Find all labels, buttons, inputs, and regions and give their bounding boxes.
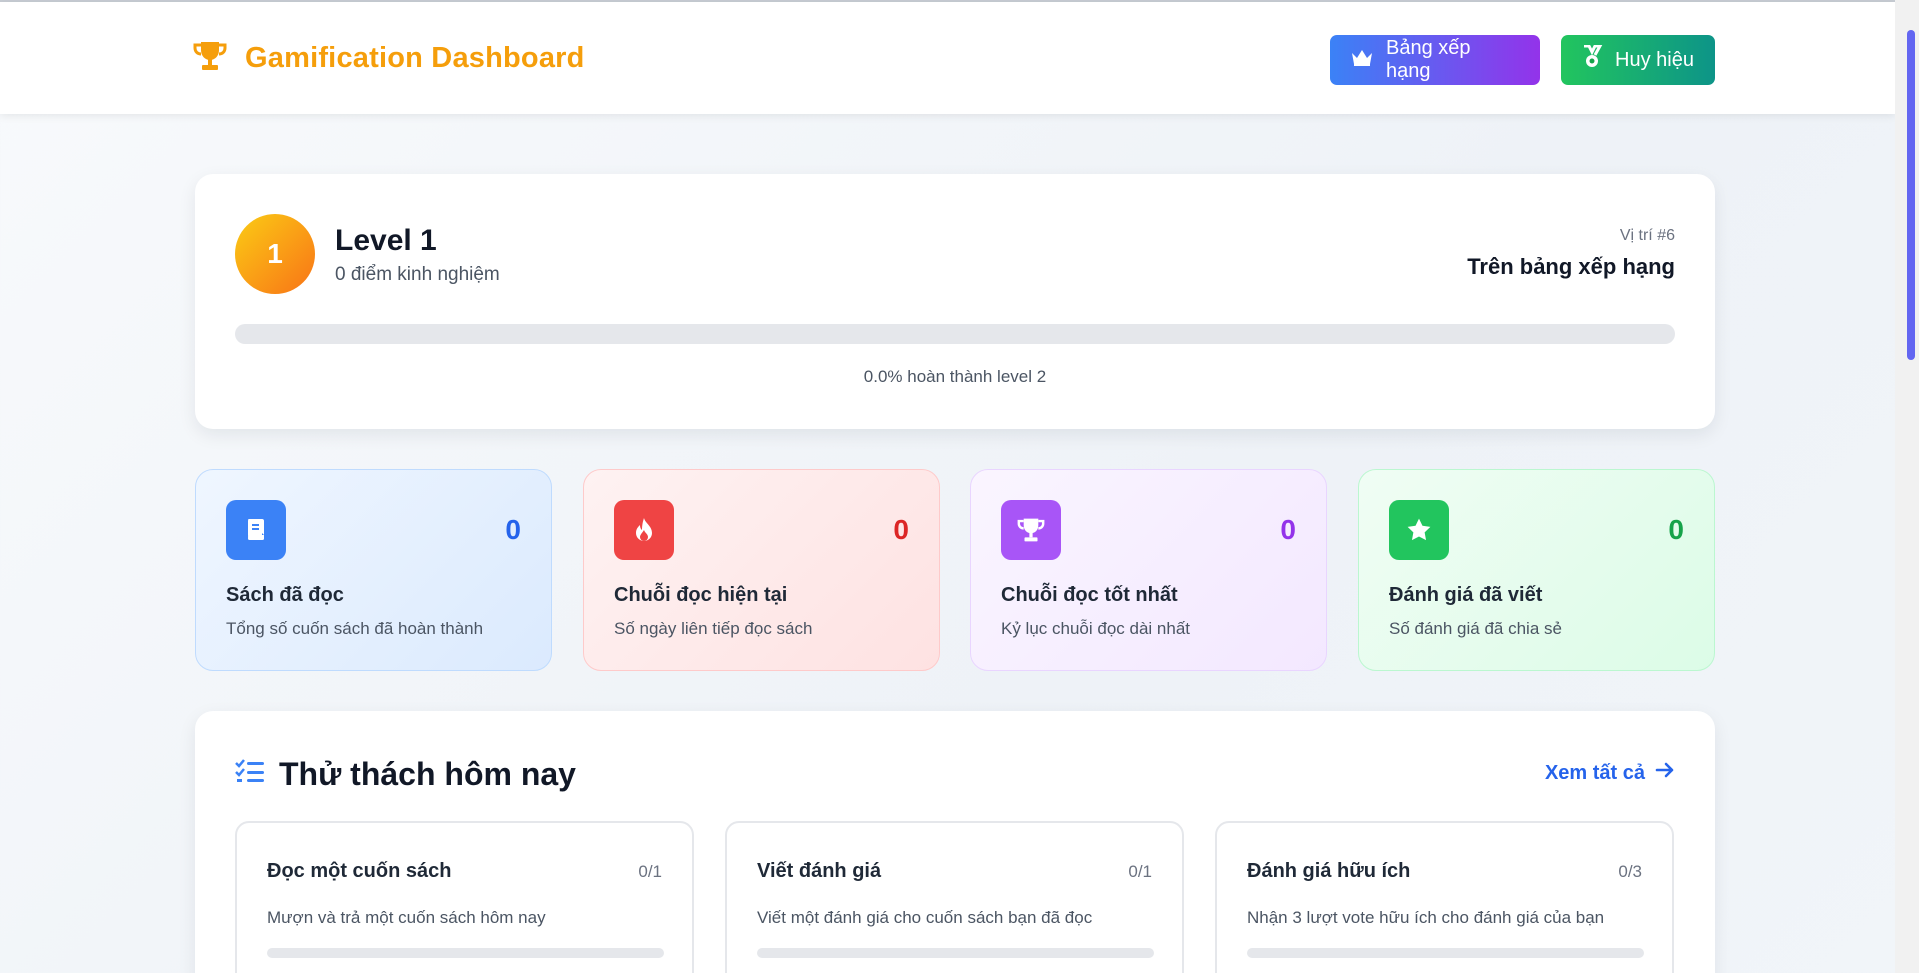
medal-icon [1581,44,1603,75]
badges-button[interactable]: Huy hiệu [1561,35,1715,85]
app-header: Gamification Dashboard Bảng xếp hạng Huy… [0,2,1895,114]
leaderboard-button-label: Bảng xếp hạng [1386,37,1471,82]
level-progress-bar [235,324,1675,344]
stat-label: Chuỗi đọc hiện tại [614,584,788,606]
challenge-progress-bar [267,948,664,958]
challenges-header: Thử thách hôm nay [235,756,576,793]
level-xp: 0 điểm kinh nghiệm [335,264,500,285]
challenge-progress-bar [1247,948,1644,958]
challenge-item[interactable]: Đánh giá hữu ích 0/3 Nhận 3 lượt vote hữ… [1215,821,1674,973]
stat-value: 0 [893,514,909,545]
stat-description: Kỷ lục chuỗi đọc dài nhất [1001,619,1191,638]
trophy-icon [1001,500,1061,560]
leaderboard-button[interactable]: Bảng xếp hạng [1330,35,1540,85]
challenges-title: Thử thách hôm nay [279,756,576,792]
scrollbar-thumb[interactable] [1907,30,1915,360]
challenge-count: 0/1 [1128,862,1152,881]
stat-label: Chuỗi đọc tốt nhất [1001,584,1178,606]
stat-card-books-read[interactable]: 0 Sách đã đọc Tổng số cuốn sách đã hoàn … [195,469,552,671]
crown-icon [1350,47,1374,73]
tasks-icon [235,759,265,790]
stat-card-reviews-written[interactable]: 0 Đánh giá đã viết Số đánh giá đã chia s… [1358,469,1715,671]
challenge-count: 0/3 [1618,862,1642,881]
stat-value: 0 [1280,514,1296,545]
level-title: Level 1 [335,224,437,257]
challenge-count: 0/1 [638,862,662,881]
challenge-item[interactable]: Viết đánh giá 0/1 Viết một đánh giá cho … [725,821,1184,973]
fire-icon [614,500,674,560]
brand[interactable]: Gamification Dashboard [193,40,585,77]
level-progress-text: 0.0% hoàn thành level 2 [863,367,1047,386]
arrow-right-icon [1655,761,1675,785]
daily-challenges-card: Thử thách hôm nay Xem tất cả Đọc một cuố… [195,711,1715,973]
level-card: 1 Level 1 0 điểm kinh nghiệm Vị trí #6 T… [195,174,1715,429]
stat-description: Tổng số cuốn sách đã hoàn thành [226,619,484,638]
badges-button-label: Huy hiệu [1615,48,1694,71]
trophy-icon [193,40,227,77]
star-icon [1389,500,1449,560]
challenge-description: Viết một đánh giá cho cuốn sách bạn đã đ… [757,908,1093,927]
challenge-item[interactable]: Đọc một cuốn sách 0/1 Mượn và trả một cu… [235,821,694,973]
challenge-title: Đọc một cuốn sách [267,860,452,882]
challenge-title: Viết đánh giá [757,860,882,882]
book-icon [226,500,286,560]
rank-label: Trên bảng xếp hạng [1467,254,1675,279]
stat-description: Số ngày liên tiếp đọc sách [614,619,813,638]
stat-card-best-streak[interactable]: 0 Chuỗi đọc tốt nhất Kỷ lục chuỗi đọc dà… [970,469,1327,671]
stat-value: 0 [1668,514,1684,545]
view-all-label: Xem tất cả [1544,761,1645,784]
level-badge: 1 [235,214,315,294]
stat-description: Số đánh giá đã chia sẻ [1389,619,1562,638]
app-title: Gamification Dashboard [245,42,585,74]
challenge-title: Đánh giá hữu ích [1247,860,1411,882]
stat-label: Đánh giá đã viết [1389,584,1543,606]
rank-position: Vị trí #6 [1619,227,1675,244]
challenge-description: Nhận 3 lượt vote hữu ích cho đánh giá củ… [1247,908,1605,927]
stat-label: Sách đã đọc [226,584,344,606]
challenge-description: Mượn và trả một cuốn sách hôm nay [267,908,546,927]
stat-card-current-streak[interactable]: 0 Chuỗi đọc hiện tại Số ngày liên tiếp đ… [583,469,940,671]
challenge-progress-bar [757,948,1154,958]
view-all-link[interactable]: Xem tất cả [1545,761,1675,785]
stat-value: 0 [505,514,521,545]
